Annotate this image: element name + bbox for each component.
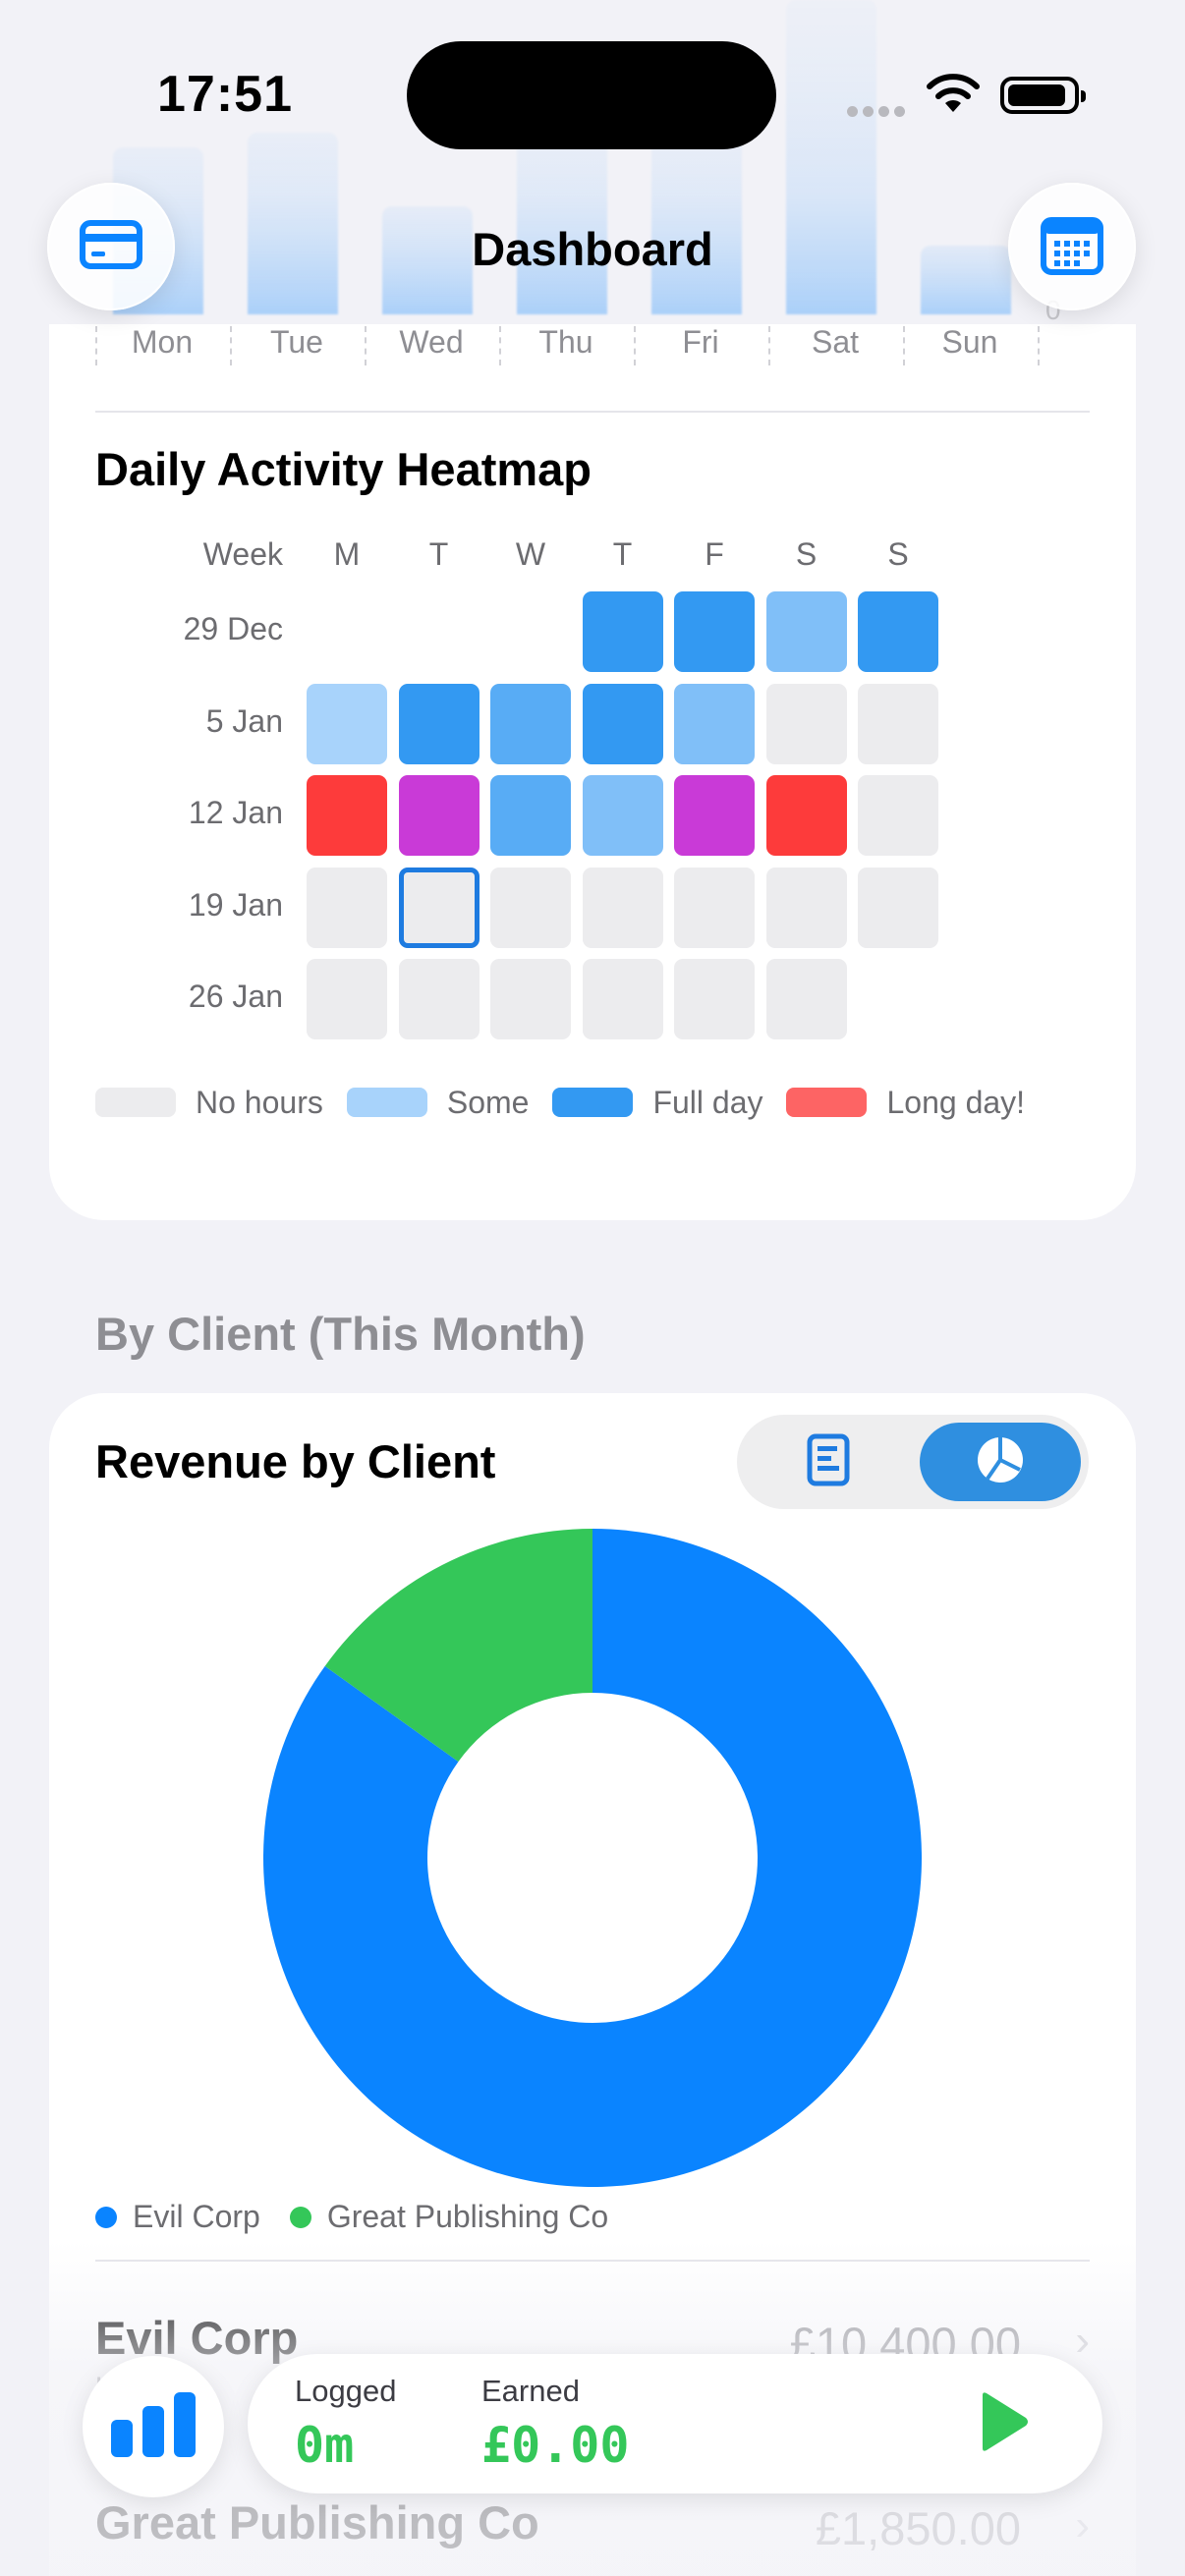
axis-day-label: Sat bbox=[811, 324, 860, 360]
heatmap-legend: No hours Some Full day Long day! bbox=[95, 1083, 1048, 1122]
axis-day-label: Mon bbox=[131, 324, 194, 360]
heatmap-day-header: M bbox=[333, 536, 361, 572]
heatmap-week-label: 29 Dec bbox=[183, 611, 283, 646]
signal-icon bbox=[847, 104, 910, 122]
heatmap-cell[interactable] bbox=[490, 683, 571, 764]
pie-chart-icon bbox=[975, 1434, 1026, 1490]
bar-chart-icon bbox=[109, 2390, 198, 2464]
legend-swatch bbox=[95, 1088, 176, 1117]
start-timer-button[interactable] bbox=[973, 2389, 1032, 2459]
revenue-donut-chart bbox=[263, 1529, 922, 2187]
logged-value: 0m bbox=[295, 2417, 355, 2474]
legend-label: Full day bbox=[652, 1084, 763, 1120]
heatmap-week-label: 12 Jan bbox=[188, 795, 283, 830]
heatmap-cell[interactable] bbox=[490, 959, 571, 1039]
heatmap-cell[interactable] bbox=[582, 775, 663, 856]
heatmap-week-label: 5 Jan bbox=[205, 702, 283, 739]
heatmap-cell[interactable] bbox=[674, 775, 755, 856]
heatmap-cell[interactable] bbox=[765, 591, 847, 672]
pie-view-button[interactable] bbox=[920, 1423, 1081, 1501]
heatmap-cell[interactable] bbox=[398, 683, 480, 764]
heatmap-cell[interactable] bbox=[582, 591, 663, 672]
earned-label: Earned bbox=[481, 2374, 580, 2408]
legend-label: Some bbox=[446, 1084, 530, 1120]
axis-day-label: Wed bbox=[399, 324, 464, 360]
heatmap-day-header: W bbox=[515, 536, 546, 572]
legend-item: Evil Corp bbox=[95, 2199, 260, 2235]
legend-dot bbox=[289, 2206, 311, 2228]
battery-icon bbox=[1000, 77, 1086, 114]
heatmap-cell[interactable] bbox=[858, 775, 938, 856]
heatmap-day-header: T bbox=[428, 536, 449, 572]
legend-item: Some bbox=[346, 1084, 530, 1121]
heatmap-week-label: 26 Jan bbox=[188, 979, 283, 1014]
heatmap-cell[interactable] bbox=[858, 683, 938, 764]
heatmap-cell[interactable] bbox=[674, 867, 755, 948]
heatmap-cell[interactable] bbox=[582, 959, 663, 1039]
list-icon bbox=[807, 1433, 850, 1491]
heatmap-cell[interactable] bbox=[398, 775, 480, 856]
logged-label: Logged bbox=[295, 2374, 397, 2408]
section-by-client-heading: By Client (This Month) bbox=[95, 1308, 586, 1360]
heatmap-week-header: Week bbox=[202, 536, 283, 572]
heatmap-cell[interactable] bbox=[307, 683, 387, 764]
weekly-axis: Mon Tue Wed Thu Fri Sat Sun bbox=[95, 324, 1040, 375]
play-icon bbox=[973, 2392, 1032, 2458]
heatmap-cell[interactable] bbox=[490, 775, 571, 856]
axis-day-label: Tue bbox=[270, 324, 323, 360]
heatmap-cell[interactable] bbox=[307, 959, 387, 1039]
heatmap-day-header: F bbox=[705, 536, 724, 572]
legend-item: No hours bbox=[95, 1085, 323, 1121]
heatmap-cell[interactable] bbox=[398, 959, 480, 1039]
heatmap-cell[interactable] bbox=[307, 775, 387, 856]
heatmap-cell[interactable] bbox=[765, 867, 847, 948]
earned-value: £0.00 bbox=[481, 2417, 630, 2474]
timer-bar[interactable]: Logged 0m Earned £0.00 bbox=[248, 2354, 1102, 2493]
legend-label: No hours bbox=[196, 1084, 323, 1120]
heatmap-cell-today[interactable] bbox=[398, 867, 480, 948]
heatmap-week-label: 19 Jan bbox=[188, 886, 283, 923]
heatmap-cell[interactable] bbox=[765, 775, 847, 856]
axis-gridline bbox=[1038, 326, 1040, 365]
heatmap-cell[interactable] bbox=[858, 591, 938, 672]
legend-item: Long day! bbox=[786, 1085, 1025, 1121]
heatmap-cell[interactable] bbox=[674, 959, 755, 1039]
list-view-button[interactable] bbox=[745, 1423, 912, 1501]
wifi-icon bbox=[926, 73, 981, 119]
heatmap-cell[interactable] bbox=[858, 867, 938, 948]
status-time: 17:51 bbox=[157, 66, 293, 123]
heatmap-cell[interactable] bbox=[307, 867, 387, 948]
heatmap-day-header: T bbox=[612, 536, 633, 572]
legend-label: Long day! bbox=[886, 1084, 1026, 1120]
calendar-button[interactable] bbox=[1008, 183, 1136, 310]
heatmap-cell[interactable] bbox=[765, 683, 847, 764]
calendar-icon bbox=[1041, 214, 1103, 280]
legend-dot bbox=[95, 2206, 117, 2228]
heatmap-day-header: S bbox=[795, 536, 818, 572]
legend-item: Great Publishing Co bbox=[289, 2199, 609, 2235]
stats-button[interactable] bbox=[83, 2356, 224, 2497]
heatmap-day-header: S bbox=[887, 536, 909, 572]
heatmap-cell[interactable] bbox=[582, 683, 663, 764]
legend-item: Full day bbox=[552, 1085, 762, 1121]
legend-swatch bbox=[552, 1088, 634, 1117]
heatmap-cell[interactable] bbox=[765, 959, 847, 1039]
legend-swatch bbox=[346, 1088, 427, 1117]
legend-label: Evil Corp bbox=[133, 2199, 260, 2234]
revenue-title: Revenue by Client bbox=[95, 1435, 496, 1487]
chart-type-toggle bbox=[737, 1415, 1089, 1509]
divider bbox=[95, 411, 1090, 413]
heatmap-cell[interactable] bbox=[582, 867, 663, 948]
axis-day-label: Thu bbox=[538, 324, 593, 360]
axis-day-label: Sun bbox=[941, 324, 998, 360]
legend-label: Great Publishing Co bbox=[326, 2199, 609, 2234]
heatmap-cell[interactable] bbox=[674, 683, 755, 764]
dynamic-island bbox=[407, 41, 776, 149]
legend-swatch bbox=[786, 1088, 868, 1117]
heatmap-cell[interactable] bbox=[674, 591, 755, 672]
axis-day-label: Fri bbox=[682, 324, 719, 360]
revenue-legend: Evil Corp Great Publishing Co bbox=[95, 2199, 638, 2235]
heatmap-cell[interactable] bbox=[490, 867, 571, 948]
heatmap-title: Daily Activity Heatmap bbox=[95, 443, 592, 495]
